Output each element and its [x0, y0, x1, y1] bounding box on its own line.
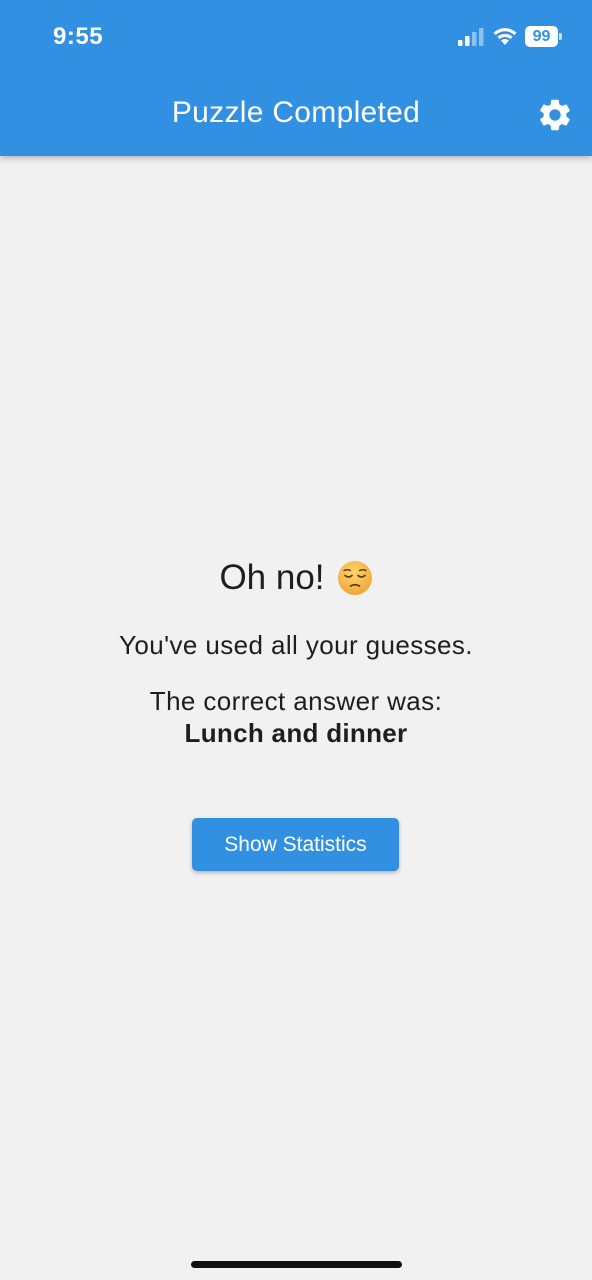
show-statistics-button[interactable]: Show Statistics	[192, 818, 399, 871]
answer-label: The correct answer was:	[149, 686, 443, 716]
correct-answer: Lunch and dinner	[184, 718, 408, 748]
battery-tip	[559, 33, 562, 40]
guesses-message: You've used all your guesses.	[119, 630, 473, 660]
signal-icon	[458, 28, 484, 46]
result-headline: Oh no!	[0, 558, 592, 598]
result-panel: Oh no! You've used all your guesses. The…	[0, 156, 592, 1280]
pensive-face-emoji-icon	[337, 561, 372, 595]
wifi-icon	[493, 28, 517, 45]
headline-text: Oh no!	[219, 558, 325, 597]
gear-icon	[540, 99, 570, 131]
status-time: 9:55	[53, 23, 104, 50]
settings-button[interactable]	[536, 96, 574, 134]
app-bar: 9:55 99 Puzzle Completed	[0, 0, 592, 156]
home-indicator[interactable]	[191, 1261, 402, 1268]
page-title: Puzzle Completed	[171, 96, 421, 129]
battery-icon: 99	[525, 26, 562, 47]
battery-level: 99	[525, 26, 558, 47]
